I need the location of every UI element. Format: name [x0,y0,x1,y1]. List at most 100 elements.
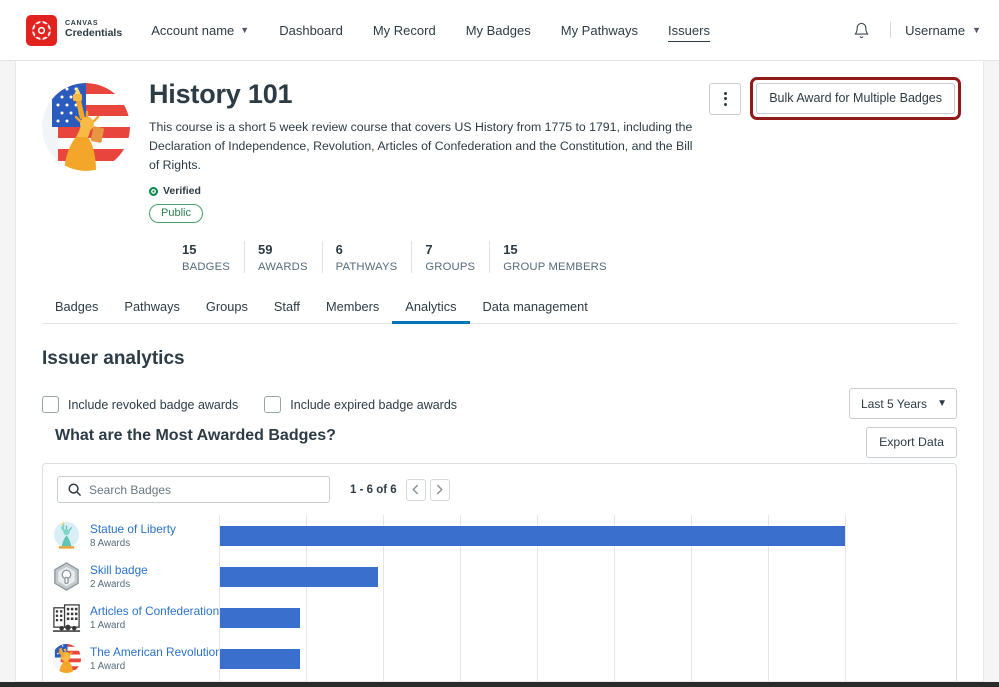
primary-nav-items: Account name ▼ Dashboard My Record My Ba… [151,0,740,60]
list-item[interactable]: Skill badge 2 Awards [51,556,219,597]
bell-glyph [853,22,870,39]
hexagon-badge-glyph [51,561,82,592]
american-revolution-flag-icon [51,643,82,674]
nav-item-label: My Badges [466,23,531,38]
chart-question-title: What are the Most Awarded Badges? [55,427,336,445]
stat-awards: 59 AWARDS [258,241,323,273]
bar-articles-of-confederation[interactable] [220,608,300,628]
kebab-dot [724,92,727,95]
checkbox-box[interactable] [42,396,59,413]
issuer-tab-bar: Badges Pathways Groups Staff Members Ana… [42,291,957,324]
issuer-description: This course is a short 5 week review cou… [149,118,694,175]
date-range-select[interactable]: Last 5 Years ▼ [849,388,957,419]
chevron-down-icon: ▼ [972,25,981,35]
magnifier-glyph [67,482,82,497]
chevron-down-icon: ▼ [240,25,249,35]
export-data-button[interactable]: Export Data [866,427,957,458]
nav-item-account-name[interactable]: Account name ▼ [151,0,249,60]
global-navigation-bar: CANVAS Credentials Account name ▼ Dashbo… [0,0,999,61]
government-building-glyph [51,602,82,633]
date-range-value: Last 5 Years [861,397,927,411]
user-menu[interactable]: Username ▼ [905,23,981,38]
tab-pathways[interactable]: Pathways [111,291,192,323]
chevron-left-icon [411,484,420,495]
pagination: 1 - 6 of 6 [350,479,454,501]
stat-value: 7 [425,241,475,259]
nav-item-label: My Pathways [561,23,638,38]
kebab-dot [724,97,727,100]
statue-of-liberty-icon [51,520,82,551]
badge-name-link[interactable]: Articles of Confederation [90,604,219,618]
stat-value: 15 [182,241,230,259]
analytics-heading: Issuer analytics [42,348,957,370]
bar-american-revolution[interactable] [220,649,300,669]
badge-name-link[interactable]: Statue of Liberty [90,522,176,536]
issuer-header-actions: Bulk Award for Multiple Badges [709,77,961,120]
stat-label: BADGES [182,261,230,273]
nav-item-my-record[interactable]: My Record [373,0,436,60]
statue-of-liberty-flag-avatar-glyph [42,83,130,171]
nav-item-dashboard[interactable]: Dashboard [279,0,343,60]
tab-members[interactable]: Members [313,291,392,323]
nav-item-issuers[interactable]: Issuers [668,0,710,60]
tab-badges[interactable]: Badges [42,291,111,323]
chevron-right-icon [435,484,444,495]
badge-award-count: 1 Award [90,620,219,631]
stat-badges: 15 BADGES [182,241,245,273]
pagination-next-button[interactable] [430,479,450,501]
badge-award-count: 2 Awards [90,579,148,590]
nav-item-label: Account name [151,23,234,38]
pagination-range: 1 - 6 of 6 [350,484,397,496]
list-item[interactable]: Articles of Confederation 1 Award [51,597,219,638]
verified-label: Verified [163,185,201,197]
visibility-badge: Public [149,204,203,223]
list-item[interactable]: The Judicial Branch [51,679,219,682]
pagination-prev-button[interactable] [406,479,426,501]
include-revoked-checkbox[interactable]: Include revoked badge awards [42,396,238,413]
badge-name-link[interactable]: The American Revolution [90,645,219,659]
revolution-flag-glyph [51,643,82,674]
bar-chart-plot [219,515,956,682]
tab-staff[interactable]: Staff [261,291,313,323]
checkbox-label: Include expired badge awards [290,398,457,412]
more-options-icon[interactable] [709,83,741,115]
nav-item-label: My Record [373,23,436,38]
issuer-avatar [42,83,130,171]
search-icon [67,482,82,502]
tab-groups[interactable]: Groups [193,291,261,323]
user-menu-label: Username [905,23,965,38]
tab-analytics[interactable]: Analytics [392,291,469,323]
nav-item-my-badges[interactable]: My Badges [466,0,531,60]
stat-label: AWARDS [258,261,308,273]
skill-badge-hexagon-icon [51,561,82,592]
badge-name-link[interactable]: Skill badge [90,563,148,577]
search-badges-field[interactable]: Search Badges [57,476,330,503]
stat-label: GROUPS [425,261,475,273]
statue-of-liberty-glyph [51,520,82,551]
issuer-header: History 101 This course is a short 5 wee… [16,61,983,273]
notification-bell-icon[interactable] [846,15,876,45]
list-item[interactable]: Statue of Liberty 8 Awards [51,515,219,556]
most-awarded-badges-panel: Search Badges 1 - 6 of 6 [42,463,957,682]
bulk-award-button[interactable]: Bulk Award for Multiple Badges [756,83,955,114]
nav-item-my-pathways[interactable]: My Pathways [561,0,638,60]
list-item[interactable]: The American Revolution 1 Award [51,638,219,679]
include-expired-checkbox[interactable]: Include expired badge awards [264,396,457,413]
canvas-logo-icon [26,15,57,46]
badge-award-count: 8 Awards [90,538,176,549]
nav-divider [890,22,891,38]
bar-skill-badge[interactable] [220,567,378,587]
tab-data-management[interactable]: Data management [470,291,601,323]
badge-label-column: Statue of Liberty 8 Awards [43,515,219,682]
canvas-credentials-logo[interactable]: CANVAS Credentials [26,15,122,46]
analytics-filters: Include revoked badge awards Include exp… [42,396,957,413]
stat-group-members: 15 GROUP MEMBERS [503,241,620,273]
checkbox-box[interactable] [264,396,281,413]
bar-statue-of-liberty[interactable] [220,526,845,546]
stat-label: GROUP MEMBERS [503,261,606,273]
analytics-section: Issuer analytics Include revoked badge a… [16,348,983,682]
nav-item-label: Dashboard [279,23,343,38]
bulk-award-highlight-annotation: Bulk Award for Multiple Badges [750,77,961,120]
stat-pathways: 6 PATHWAYS [336,241,413,273]
stat-groups: 7 GROUPS [425,241,490,273]
